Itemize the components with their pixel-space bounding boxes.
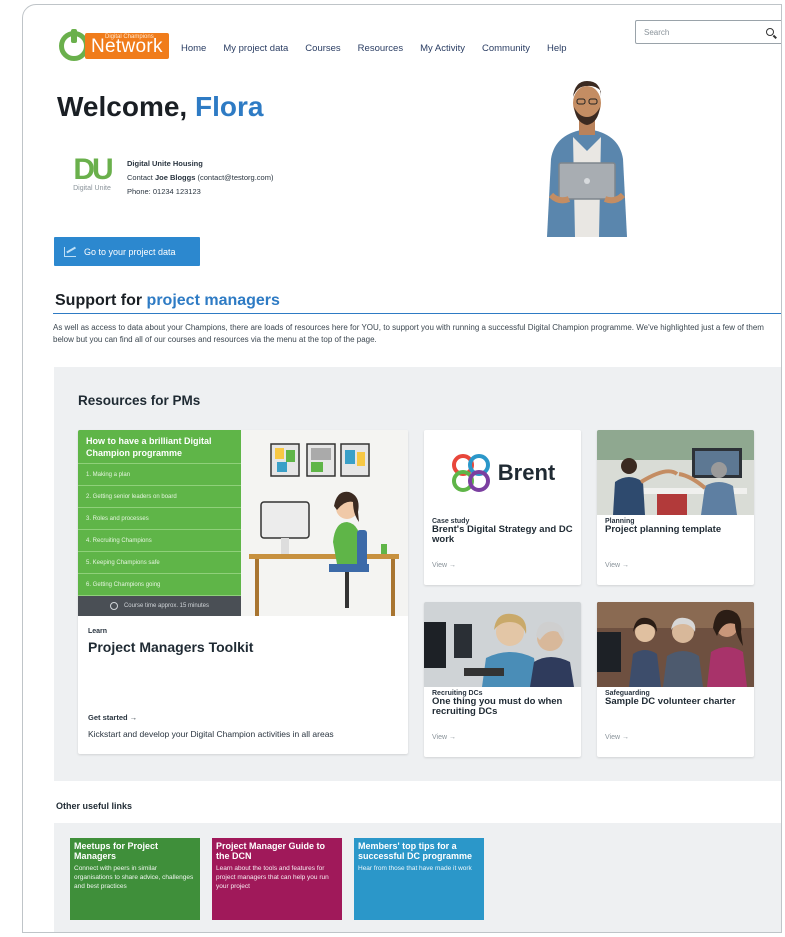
course-step: 2. Getting senior leaders on board bbox=[78, 486, 241, 508]
resource-description: Kickstart and develop your Digital Champ… bbox=[88, 729, 334, 739]
view-link[interactable]: View → bbox=[432, 562, 456, 569]
link-card-desc: Learn about the tools and features for p… bbox=[216, 865, 329, 890]
resource-title: Project Managers Toolkit bbox=[88, 639, 254, 655]
planning-photo bbox=[597, 430, 754, 515]
contact-email: (contact@testorg.com) bbox=[197, 173, 274, 182]
resource-tag: Learn bbox=[88, 628, 108, 635]
view-link[interactable]: View → bbox=[605, 734, 629, 741]
welcome-greeting: Welcome, bbox=[57, 91, 188, 122]
org-logo-letters: DU bbox=[73, 153, 113, 186]
link-card-pm-guide[interactable]: Project Manager Guide to the DCN Learn a… bbox=[212, 838, 342, 920]
resource-title: Sample DC volunteer charter bbox=[605, 696, 736, 707]
chart-icon bbox=[64, 246, 76, 257]
safeguarding-photo bbox=[597, 602, 754, 687]
course-step: 1. Making a plan bbox=[78, 464, 241, 486]
link-card-meetups[interactable]: Meetups for Project Managers Connect wit… bbox=[70, 838, 200, 920]
resource-card-safeguarding[interactable]: Safeguarding Sample DC volunteer charter… bbox=[597, 602, 754, 757]
resource-card-pm-toolkit[interactable]: How to have a brilliant Digital Champion… bbox=[78, 430, 408, 754]
recruiting-photo bbox=[424, 602, 581, 687]
org-logo-sub: Digital Unite bbox=[73, 185, 111, 192]
brent-wordmark: Brent bbox=[497, 459, 556, 485]
course-outline-title: How to have a brilliant Digital Champion… bbox=[78, 430, 241, 464]
site-logo[interactable]: Digital Champions Network bbox=[59, 29, 169, 61]
resource-card-planning[interactable]: Planning Project planning template View … bbox=[597, 430, 754, 585]
organisation-info: DU Digital Unite Digital Unite Housing C… bbox=[67, 155, 273, 199]
course-time: Course time approx. 15 minutes bbox=[78, 596, 241, 616]
link-card-title: Project Manager Guide to the DCN bbox=[216, 841, 326, 861]
course-step: 4. Recruiting Champions bbox=[78, 530, 241, 552]
contact-name: Joe Bloggs bbox=[154, 173, 196, 182]
nav-courses[interactable]: Courses bbox=[305, 43, 340, 54]
main-nav: Home My project data Courses Resources M… bbox=[181, 43, 584, 54]
link-card-desc: Connect with peers in similar organisati… bbox=[74, 865, 194, 890]
page-frame: Digital Champions Network Home My projec… bbox=[22, 4, 782, 933]
course-step: 5. Keeping Champions safe bbox=[78, 552, 241, 574]
logo-tagline: Digital Champions bbox=[105, 34, 154, 40]
nav-home[interactable]: Home bbox=[181, 43, 206, 54]
search-icon[interactable] bbox=[766, 28, 774, 36]
link-card-desc: Hear from those that have made it work bbox=[358, 865, 472, 872]
project-data-button[interactable]: Go to your project data bbox=[54, 237, 200, 266]
org-name: Digital Unite Housing bbox=[127, 159, 203, 168]
resource-card-recruiting[interactable]: Recruiting DCs One thing you must do whe… bbox=[424, 602, 581, 757]
view-link[interactable]: View → bbox=[605, 562, 629, 569]
view-link[interactable]: View → bbox=[432, 734, 456, 741]
link-card-top-tips[interactable]: Members' top tips for a successful DC pr… bbox=[354, 838, 484, 920]
resource-title: Project planning template bbox=[605, 524, 722, 535]
other-links-panel: Meetups for Project Managers Connect wit… bbox=[54, 823, 781, 932]
nav-community[interactable]: Community bbox=[482, 43, 530, 54]
link-card-title: Members' top tips for a successful DC pr… bbox=[358, 841, 473, 861]
divider bbox=[53, 313, 781, 314]
org-phone: Phone: 01234 123123 bbox=[127, 187, 201, 196]
search-input[interactable]: Search bbox=[635, 20, 781, 44]
link-card-title: Meetups for Project Managers bbox=[74, 841, 159, 861]
get-started-link[interactable]: Get started → bbox=[88, 713, 137, 722]
nav-help[interactable]: Help bbox=[547, 43, 567, 54]
org-contact: Contact Joe Bloggs (contact@testorg.com) bbox=[127, 173, 274, 182]
support-heading: Support for project managers bbox=[55, 292, 280, 309]
hero-person-image bbox=[529, 67, 645, 237]
page-title: Welcome, Flora bbox=[57, 91, 263, 123]
course-outline: How to have a brilliant Digital Champion… bbox=[78, 430, 241, 616]
other-links-heading: Other useful links bbox=[56, 801, 133, 811]
nav-resources[interactable]: Resources bbox=[358, 43, 403, 54]
resource-card-brent[interactable]: Brent Case study Brent's Digital Strateg… bbox=[424, 430, 581, 585]
brent-logo-icon bbox=[451, 453, 490, 492]
course-step: 3. Roles and processes bbox=[78, 508, 241, 530]
course-step: 6. Getting Champions going bbox=[78, 574, 241, 596]
org-logo: DU Digital Unite bbox=[67, 155, 117, 199]
nav-my-project-data[interactable]: My project data bbox=[223, 43, 288, 54]
resources-panel: Resources for PMs How to have a brillian… bbox=[54, 367, 781, 781]
search-placeholder: Search bbox=[644, 27, 670, 37]
user-name: Flora bbox=[194, 91, 264, 122]
support-intro: As well as access to data about your Cha… bbox=[53, 323, 764, 344]
brent-logo: Brent bbox=[424, 430, 581, 515]
project-data-button-label: Go to your project data bbox=[84, 246, 176, 257]
clock-icon bbox=[109, 602, 118, 610]
nav-my-activity[interactable]: My Activity bbox=[420, 43, 465, 54]
resource-title: Brent's Digital Strategy and DC work bbox=[432, 524, 573, 545]
resources-heading: Resources for PMs bbox=[78, 393, 201, 408]
toolkit-illustration bbox=[241, 430, 408, 616]
resource-title: One thing you must do when recruiting DC… bbox=[432, 696, 563, 717]
